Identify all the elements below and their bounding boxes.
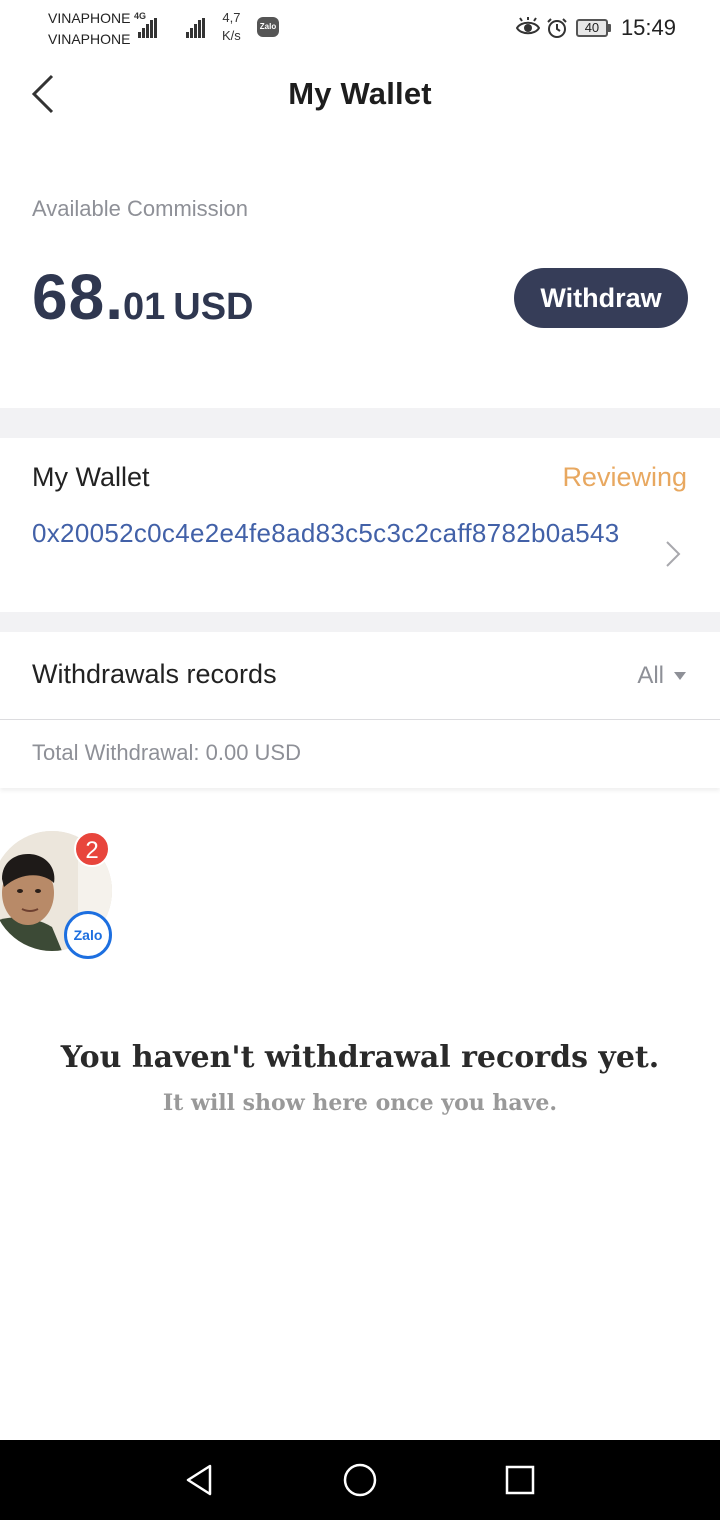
records-title: Withdrawals records (32, 659, 277, 689)
empty-state-subtitle: It will show here once you have. (162, 1090, 558, 1116)
speed-value: 4,7 (222, 10, 241, 25)
total-withdrawal-row: Total Withdrawal: 0.00 USD (0, 721, 720, 788)
commission-label: Available Commission (32, 196, 249, 221)
amount-separator: . (105, 261, 123, 333)
speed-unit: K/s (222, 28, 241, 43)
square-recents-icon (505, 1465, 535, 1495)
wallet-status-badge: Reviewing (562, 462, 687, 492)
records-filter-dropdown[interactable]: All (637, 662, 686, 690)
signal-1-icon (138, 18, 158, 38)
carrier-1: VINAPHONE (48, 10, 131, 26)
unread-count-badge: 2 (74, 831, 110, 867)
circle-home-icon (343, 1463, 377, 1497)
empty-state-title: You haven't withdrawal records yet. (60, 1040, 660, 1075)
carrier-labels: VINAPHONE VINAPHONE (48, 8, 130, 50)
alarm-icon (547, 18, 567, 38)
status-right: 40 15:49 (515, 12, 676, 44)
amount-integer: 68 (32, 261, 106, 333)
eye-comfort-icon (515, 17, 540, 35)
system-navigation-bar (0, 1440, 720, 1520)
app-header: My Wallet (0, 56, 720, 136)
nav-back-button[interactable] (180, 1460, 220, 1500)
carrier-2: VINAPHONE (48, 31, 131, 47)
network-speed: 4,7 K/s (222, 9, 241, 45)
section-divider (0, 612, 720, 632)
amount-currency: USD (173, 286, 254, 328)
nav-recents-button[interactable] (500, 1460, 540, 1500)
battery-level: 40 (575, 19, 608, 37)
wallet-address: 0x20052c0c4e2e4fe8ad83c5c3c2caff8782b0a5… (32, 518, 620, 548)
records-header: Withdrawals records All (0, 632, 720, 720)
chevron-right-icon (666, 541, 681, 567)
withdraw-button[interactable]: Withdraw (514, 268, 688, 328)
commission-section: Available Commission 68.01 USD Withdraw (0, 136, 720, 408)
nav-home-button[interactable] (340, 1460, 380, 1500)
page-title: My Wallet (288, 76, 432, 111)
zalo-chat-head[interactable]: 2 Zalo (0, 831, 112, 959)
status-time: 15:49 (620, 15, 676, 40)
caret-down-icon (674, 672, 686, 680)
amount-decimal: 01 (122, 286, 166, 328)
filter-selected-value: All (637, 662, 664, 689)
status-bar: VINAPHONE VINAPHONE 4G 4,7 K/s Zalo 40 1… (0, 0, 720, 56)
battery-icon: 40 (575, 19, 611, 37)
wallet-label: My Wallet (32, 462, 150, 492)
commission-amount: 68.01 USD (32, 260, 253, 334)
section-divider (0, 408, 720, 438)
wallet-card[interactable]: My Wallet Reviewing 0x20052c0c4e2e4fe8ad… (0, 438, 720, 612)
zalo-app-icon: Zalo (64, 911, 112, 959)
zalo-notification-icon: Zalo (257, 17, 279, 37)
signal-2-icon (186, 18, 206, 38)
total-withdrawal-text: Total Withdrawal: 0.00 USD (32, 740, 301, 765)
triangle-back-icon (186, 1464, 212, 1496)
